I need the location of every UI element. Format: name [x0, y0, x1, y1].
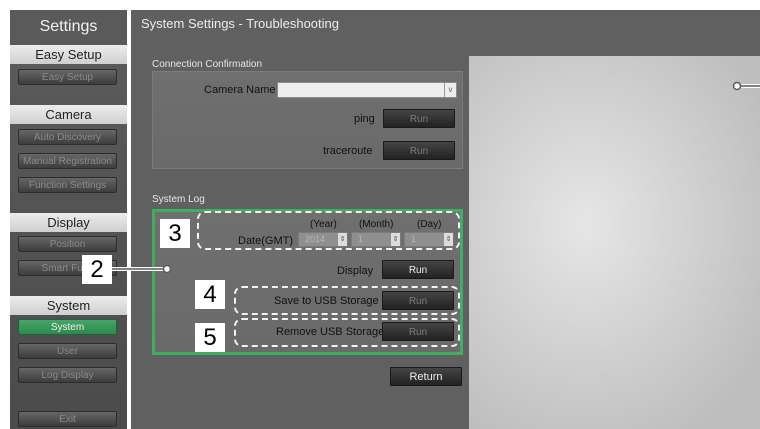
- callout-3: 3: [160, 219, 190, 248]
- callout-box-4: [234, 286, 460, 315]
- sidebar-item-auto-discovery[interactable]: Auto Discovery: [18, 129, 117, 145]
- connection-confirmation-panel: Camera Name v ping Run traceroute Run: [152, 71, 463, 169]
- sidebar-item-position[interactable]: Position: [18, 236, 117, 252]
- callout-box-5: [234, 318, 460, 347]
- sidebar-header-easy-setup: Easy Setup: [10, 45, 127, 64]
- camera-name-value: [278, 88, 282, 99]
- sidebar-item-user[interactable]: User: [18, 343, 117, 359]
- sidebar-item-log-display[interactable]: Log Display: [18, 367, 117, 383]
- camera-name-label: Camera Name: [204, 84, 276, 96]
- traceroute-run-button[interactable]: Run: [383, 141, 455, 160]
- traceroute-label: traceroute: [323, 145, 373, 157]
- ping-run-button[interactable]: Run: [383, 109, 455, 128]
- ping-label: ping: [354, 113, 375, 125]
- chevron-down-icon: v: [444, 83, 456, 97]
- sidebar: Settings Easy Setup Easy Setup Camera Au…: [10, 10, 127, 429]
- connection-confirmation-label: Connection Confirmation: [152, 59, 263, 70]
- sidebar-header-camera: Camera: [10, 105, 127, 124]
- sidebar-header-display: Display: [10, 213, 127, 232]
- callout-5: 5: [195, 323, 225, 352]
- page-title: System Settings - Troubleshooting: [141, 16, 339, 31]
- callout-box-3: [197, 211, 460, 250]
- display-run-button[interactable]: Run: [382, 260, 454, 279]
- callout-4: 4: [195, 280, 225, 309]
- sidebar-item-easy-setup[interactable]: Easy Setup: [18, 69, 117, 85]
- callout-2: 2: [82, 255, 112, 284]
- sidebar-item-manual-registration[interactable]: Manual Registration: [18, 153, 117, 169]
- app-window: Settings Easy Setup Easy Setup Camera Au…: [0, 0, 760, 429]
- sidebar-title: Settings: [10, 10, 127, 43]
- exit-button[interactable]: Exit: [18, 411, 117, 427]
- preview-panel: [469, 56, 760, 429]
- sidebar-item-function-settings[interactable]: Function Settings: [18, 177, 117, 193]
- return-button[interactable]: Return: [390, 367, 462, 386]
- sidebar-item-system[interactable]: System: [18, 319, 117, 335]
- system-log-label: System Log: [152, 194, 205, 205]
- sidebar-header-system: System: [10, 296, 127, 315]
- camera-name-select[interactable]: v: [277, 82, 457, 98]
- display-label: Display: [337, 265, 374, 277]
